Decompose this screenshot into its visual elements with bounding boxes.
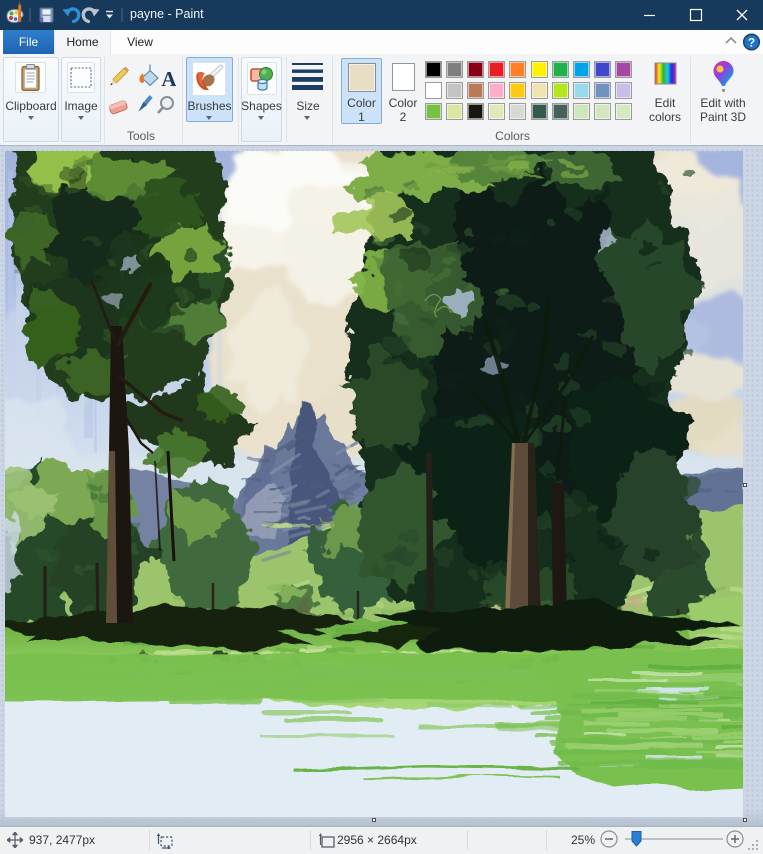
svg-text:?: ? bbox=[748, 36, 755, 50]
svg-text:A: A bbox=[161, 67, 176, 91]
